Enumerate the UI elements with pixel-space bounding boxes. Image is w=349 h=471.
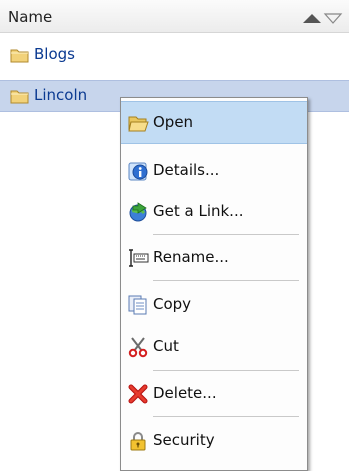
copy-icon (128, 295, 147, 315)
menu-item-label: Details... (153, 161, 220, 179)
menu-item-label: Security (153, 431, 215, 449)
rename-icon (129, 249, 149, 267)
folder-icon (10, 49, 29, 63)
menu-item-label: Cut (153, 337, 179, 355)
menu-separator (153, 234, 299, 235)
menu-item-label: Rename... (153, 248, 229, 266)
menu-item-security[interactable]: Security (121, 420, 307, 461)
name-column-header[interactable]: Name (8, 8, 52, 26)
menu-item-get-link[interactable]: Get a Link... (121, 191, 307, 232)
menu-item-label: Get a Link... (153, 202, 244, 220)
list-item-label[interactable]: Lincoln (34, 86, 87, 104)
menu-item-label: Open (153, 113, 194, 131)
menu-item-details[interactable]: Details... (121, 150, 307, 191)
list-item[interactable]: Blogs (0, 40, 349, 70)
list-item-label[interactable]: Blogs (34, 45, 75, 63)
menu-item-label: Delete... (153, 384, 217, 402)
context-menu: Open Details... Get a Link... Rename... (120, 97, 308, 471)
lock-icon (130, 432, 146, 451)
menu-separator (153, 416, 299, 417)
menu-item-rename[interactable]: Rename... (121, 237, 307, 278)
info-icon (128, 162, 148, 181)
menu-separator (153, 280, 299, 281)
scissors-icon (128, 337, 148, 358)
menu-item-label: Copy (153, 295, 192, 313)
folder-icon (10, 90, 29, 104)
menu-item-cut[interactable]: Cut (121, 326, 307, 367)
sort-arrows-icon[interactable] (301, 12, 343, 24)
menu-item-open[interactable]: Open (121, 101, 307, 144)
menu-item-copy[interactable]: Copy (121, 284, 307, 325)
link-icon (129, 202, 147, 222)
folder-open-icon (128, 116, 149, 132)
menu-separator (153, 370, 299, 371)
list-header: Name (0, 0, 349, 33)
menu-item-delete[interactable]: Delete... (121, 373, 307, 414)
delete-icon (128, 384, 148, 404)
